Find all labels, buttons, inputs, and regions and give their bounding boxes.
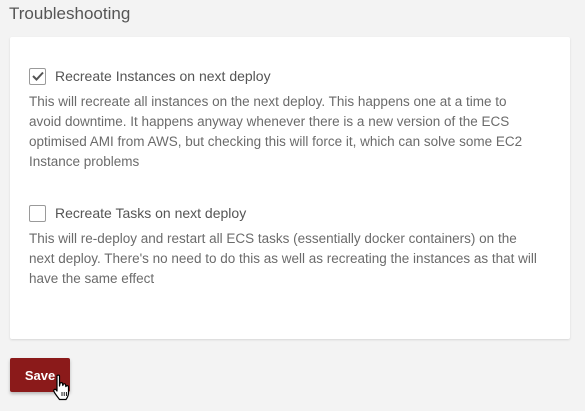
option-recreate-instances: Recreate Instances on next deploy This w…: [29, 65, 539, 172]
option-recreate-tasks: Recreate Tasks on next deploy This will …: [29, 202, 539, 289]
section-title: Troubleshooting: [9, 4, 131, 23]
recreate-tasks-label[interactable]: Recreate Tasks on next deploy: [55, 205, 246, 221]
check-icon: [31, 71, 44, 81]
recreate-tasks-description: This will re-deploy and restart all ECS …: [29, 231, 537, 286]
recreate-tasks-row[interactable]: Recreate Tasks on next deploy: [29, 202, 539, 224]
recreate-instances-checkbox[interactable]: [29, 67, 46, 85]
troubleshooting-card: Recreate Instances on next deploy This w…: [10, 37, 570, 339]
recreate-tasks-checkbox[interactable]: [29, 204, 46, 222]
hand-pointer-icon: [53, 374, 70, 401]
recreate-instances-row[interactable]: Recreate Instances on next deploy: [29, 65, 539, 87]
recreate-instances-description: This will recreate all instances on the …: [29, 94, 523, 169]
recreate-instances-label[interactable]: Recreate Instances on next deploy: [55, 68, 271, 84]
